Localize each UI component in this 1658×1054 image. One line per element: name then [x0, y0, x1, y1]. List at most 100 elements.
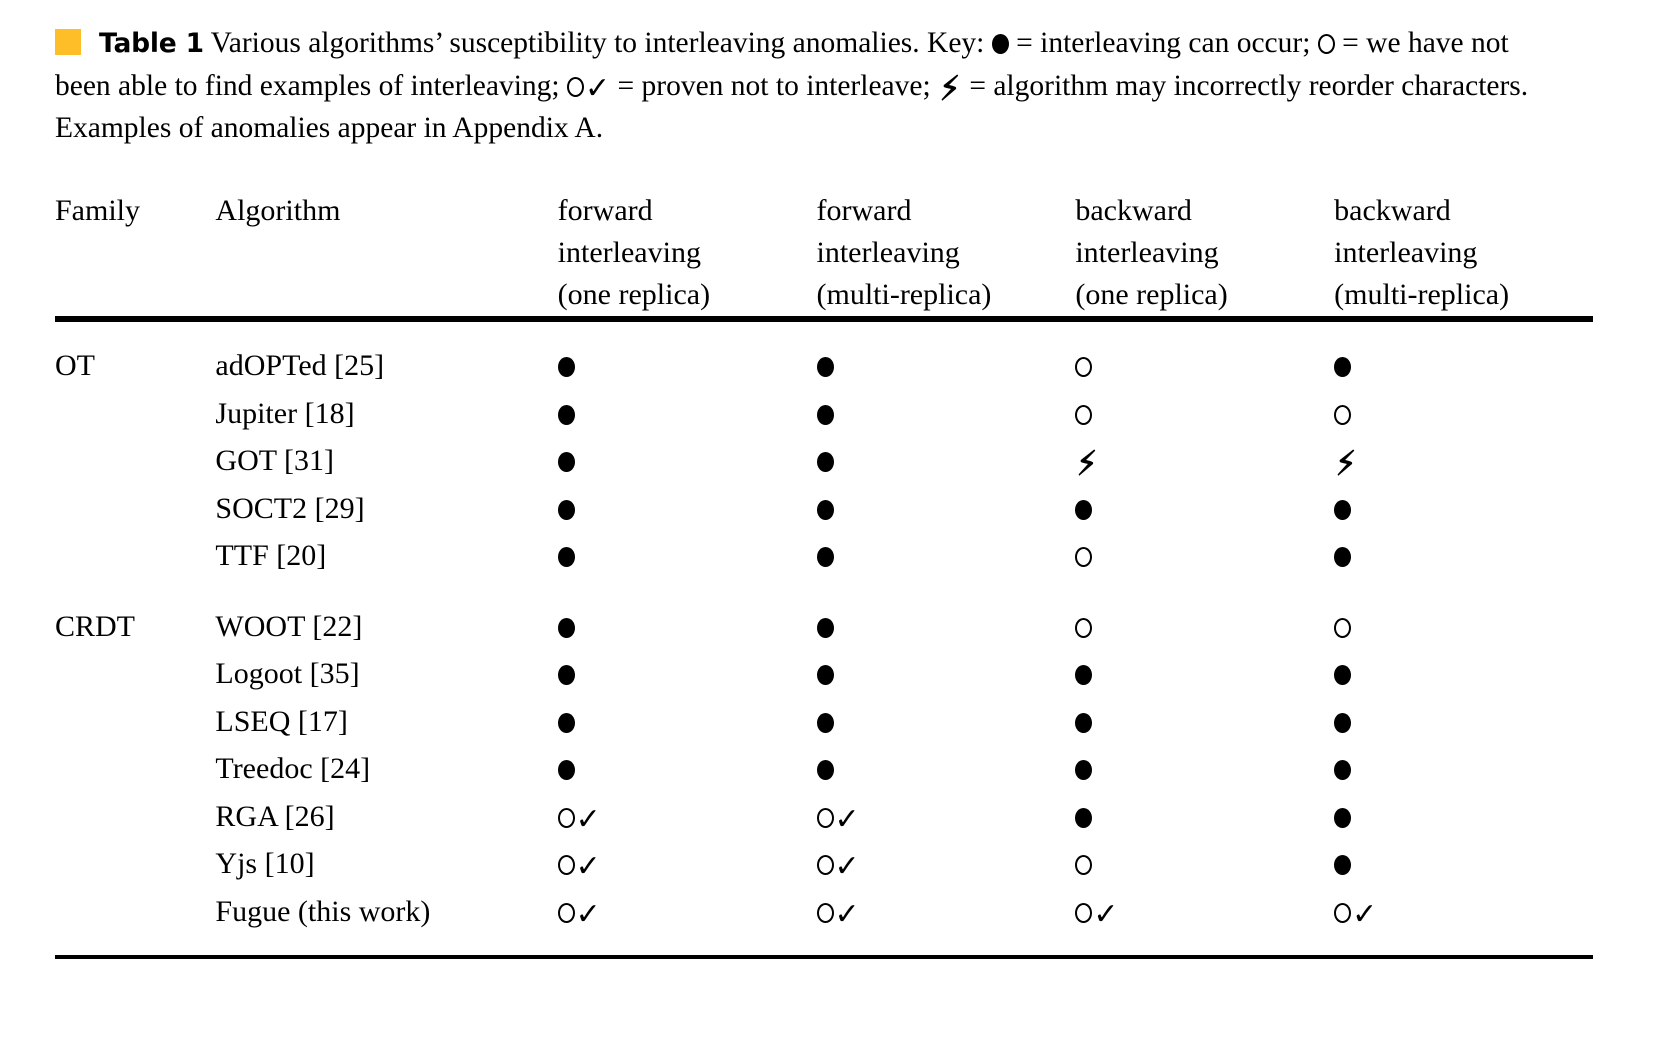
filled-circle-icon	[816, 712, 834, 733]
algorithm-cell: LSEQ [17]	[215, 704, 348, 738]
status-cell-4	[1334, 840, 1593, 888]
status-cell-1	[557, 322, 817, 390]
family-cell	[55, 840, 215, 888]
status-cell-1	[557, 485, 817, 533]
filled-circle-icon	[1334, 499, 1352, 520]
status-cell-3	[1075, 793, 1334, 841]
filled-circle-icon	[1075, 760, 1093, 780]
algorithm-cell: Yjs [10]	[215, 847, 315, 880]
algorithm-cell: Treedoc [24]	[215, 752, 371, 785]
header-col4-line-2: interleaving	[1334, 236, 1478, 269]
filled-circle-icon	[816, 665, 834, 685]
open-circle-check-icon: ✓	[1334, 895, 1377, 929]
caption-color-marker	[55, 29, 81, 55]
caption-label: Table 1	[99, 28, 204, 59]
status-cell-4	[1334, 698, 1593, 746]
table-row: Logoot [35]	[55, 650, 1593, 698]
header-forward-multi-replica: forward interleaving (multi-replica)	[817, 190, 1076, 318]
family-cell	[55, 888, 215, 958]
open-circle-check-icon: ✓	[557, 800, 601, 834]
status-cell-4	[1334, 650, 1593, 698]
open-circle-icon	[816, 807, 834, 828]
header-family: Family	[55, 190, 215, 318]
status-cell-4: ✓	[1334, 888, 1593, 958]
filled-circle-icon	[557, 665, 575, 685]
open-circle-icon	[1075, 357, 1093, 377]
algorithms-table: Family Algorithm forward interleaving (o…	[55, 190, 1593, 961]
status-cell-1: ✓	[557, 888, 817, 958]
header-col3-line-1: backward	[1075, 194, 1192, 227]
status-cell-2	[816, 322, 1076, 390]
status-cell-3: ✓	[1075, 888, 1334, 958]
status-cell-1	[557, 698, 817, 746]
status-cell-1: ✓	[557, 840, 817, 888]
filled-circle-icon	[816, 760, 834, 780]
family-cell	[55, 485, 215, 533]
filled-circle-icon	[1334, 665, 1352, 685]
table-row: Fugue (this work) ✓ ✓ ✓ ✓	[55, 888, 1593, 958]
table-row: Treedoc [24]	[55, 745, 1593, 793]
algorithm-cell: RGA [26]	[215, 799, 335, 833]
status-cell-1: ✓	[557, 793, 817, 841]
filled-circle-icon	[816, 547, 834, 567]
status-cell-1	[557, 603, 817, 651]
open-circle-icon	[1075, 902, 1093, 923]
status-cell-2	[816, 437, 1076, 485]
open-circle-check-icon: ✓	[816, 800, 860, 834]
status-cell-2: ✓	[816, 888, 1076, 958]
filled-circle-icon	[557, 760, 575, 780]
header-algorithm-line-1: Algorithm	[215, 194, 341, 227]
filled-circle-icon	[1075, 807, 1093, 828]
status-cell-4	[1334, 793, 1593, 841]
table-caption: Table 1 Various algorithms’ susceptibili…	[55, 27, 1529, 144]
open-circle-icon	[1075, 404, 1093, 425]
status-cell-3	[1075, 603, 1334, 651]
family-cell: OT	[55, 349, 95, 382]
filled-circle-icon	[557, 617, 575, 638]
caption-part-2: = interleaving can occur;	[1008, 27, 1318, 59]
filled-circle-icon	[557, 404, 575, 425]
open-circle-check-icon: ✓	[816, 895, 860, 929]
algorithm-cell: TTF [20]	[215, 539, 327, 572]
family-cell	[55, 650, 215, 698]
table-row: TTF [20]	[55, 532, 1593, 580]
filled-circle-icon	[1075, 499, 1093, 520]
algorithm-cell: SOCT2 [29]	[215, 491, 365, 525]
status-cell-1	[557, 437, 817, 485]
open-circle-icon	[557, 807, 575, 828]
status-cell-4	[1334, 532, 1593, 580]
status-cell-3	[1075, 650, 1334, 698]
filled-circle-icon	[1334, 357, 1352, 377]
filled-circle-icon	[816, 617, 834, 638]
status-cell-2	[816, 532, 1076, 580]
status-cell-4	[1334, 322, 1593, 390]
header-col1-line-2: interleaving	[557, 236, 701, 269]
open-circle-check-icon: ✓	[557, 847, 601, 882]
status-cell-3	[1075, 698, 1334, 746]
status-cell-2	[816, 485, 1076, 533]
header-col2-line-3: (multi-replica)	[816, 278, 992, 311]
header-col2-line-1: forward	[816, 194, 912, 227]
open-circle-icon	[1334, 404, 1352, 425]
header-forward-one-replica: forward interleaving (one replica)	[558, 190, 817, 318]
status-cell-1	[557, 650, 817, 698]
open-circle-check-icon: ✓	[1075, 895, 1118, 929]
algorithm-cell: GOT [31]	[215, 444, 335, 477]
family-cell	[55, 698, 215, 746]
status-cell-1	[557, 390, 817, 438]
status-cell-4	[1334, 603, 1593, 651]
open-circle-icon	[557, 902, 575, 923]
header-col3-line-2: interleaving	[1075, 236, 1219, 269]
filled-circle-icon	[816, 357, 834, 377]
header-backward-one-replica: backward interleaving (one replica)	[1075, 190, 1334, 318]
filled-circle-icon	[1075, 665, 1093, 685]
status-cell-3	[1075, 532, 1334, 580]
table-row: OT adOPTed [25]	[55, 322, 1593, 390]
status-cell-2	[816, 698, 1076, 746]
status-cell-4	[1334, 390, 1593, 438]
header-row: Family Algorithm forward interleaving (o…	[55, 190, 1593, 318]
algorithm-cell: Logoot [35]	[215, 657, 360, 690]
status-cell-1	[557, 532, 817, 580]
open-circle-icon	[816, 855, 834, 875]
open-circle-check-icon: ✓	[816, 847, 860, 882]
